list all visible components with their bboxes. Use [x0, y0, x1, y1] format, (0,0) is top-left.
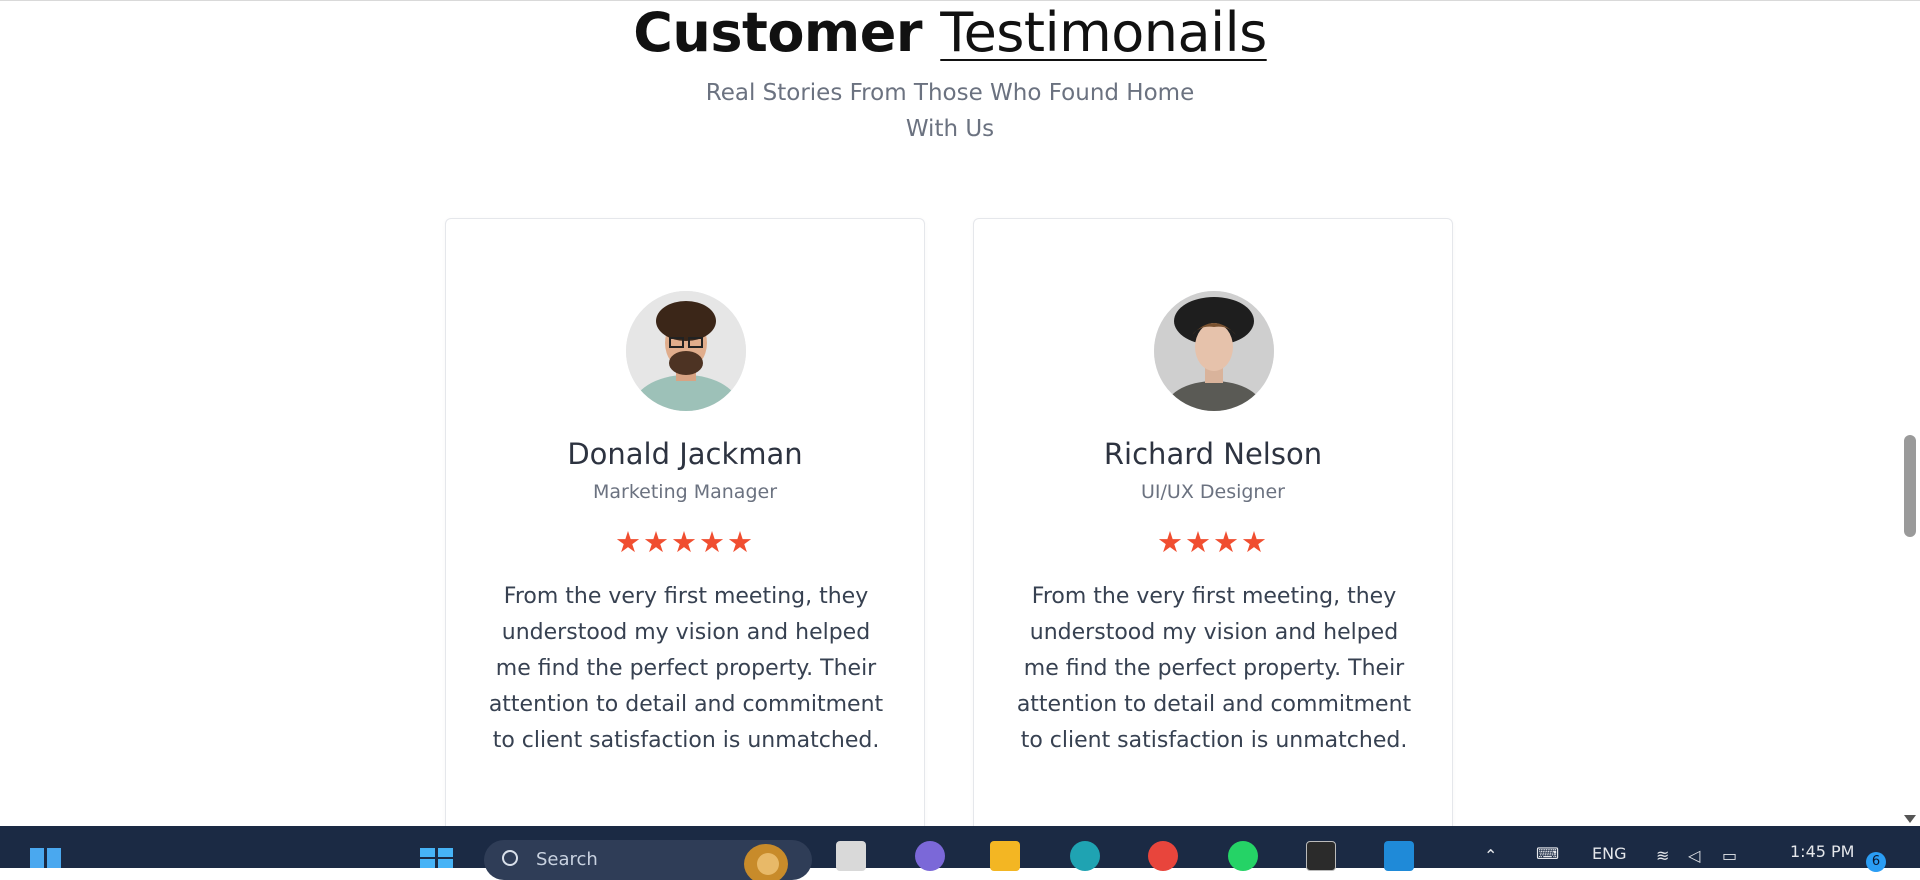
- testimonial-name: Donald Jackman: [567, 437, 803, 471]
- testimonial-quote: From the very first meeting, they unders…: [1016, 584, 1412, 753]
- clock-time[interactable]: 1:45 PM: [1790, 842, 1854, 861]
- rating-stars: ★★★★: [1157, 525, 1269, 559]
- subtitle-line-2: With Us: [905, 116, 995, 142]
- scrollbar-thumb[interactable]: [1904, 435, 1916, 537]
- vscode-icon[interactable]: [1384, 841, 1414, 871]
- avatar: [1154, 291, 1274, 411]
- section-subtitle: Real Stories From Those Who Found Home W…: [0, 75, 1900, 147]
- avatar-photo: [626, 291, 746, 411]
- search-label: Search: [536, 849, 598, 870]
- taskbar: Search ⌃ ⌨ ENG ≋ ◁ ▭ 1:45 PM 6: [0, 826, 1920, 880]
- testimonial-name: Richard Nelson: [1103, 437, 1323, 471]
- avatar-photo: [1154, 291, 1274, 411]
- battery-icon[interactable]: ▭: [1722, 846, 1737, 865]
- volume-icon[interactable]: ◁: [1688, 846, 1700, 865]
- edge-icon[interactable]: [1070, 841, 1100, 871]
- testimonial-quote: From the very first meeting, they unders…: [488, 584, 884, 753]
- browser-viewport: Customer Testimonails Real Stories From …: [0, 0, 1920, 826]
- start-icon[interactable]: [30, 846, 64, 868]
- section-title: Customer Testimonails: [0, 3, 1900, 63]
- notification-badge[interactable]: 6: [1866, 852, 1886, 872]
- testimonial-card: Richard Nelson UI/UX Designer ★★★★ From …: [973, 218, 1453, 826]
- search-icon: [502, 850, 518, 866]
- subtitle-line-1: Real Stories From Those Who Found Home: [705, 80, 1195, 106]
- file-explorer-icon[interactable]: [990, 841, 1020, 871]
- windows-logo-icon[interactable]: [420, 848, 454, 868]
- keyboard-icon[interactable]: ⌨: [1536, 844, 1559, 863]
- language-indicator[interactable]: ENG: [1592, 844, 1626, 863]
- lion-icon: [744, 844, 788, 880]
- section-title-bold: Customer: [633, 1, 922, 64]
- terminal-icon[interactable]: [1306, 841, 1336, 871]
- testimonial-role: Marketing Manager: [592, 481, 778, 503]
- taskbar-search[interactable]: Search: [484, 840, 812, 880]
- testimonial-role: UI/UX Designer: [1141, 481, 1285, 503]
- rating-stars: ★★★★★: [615, 525, 755, 559]
- avatar: [626, 291, 746, 411]
- wifi-icon[interactable]: ≋: [1656, 846, 1669, 865]
- chrome-icon[interactable]: [1148, 841, 1178, 871]
- section-title-underlined: Testimonails: [940, 1, 1267, 64]
- scrollbar[interactable]: [1900, 1, 1920, 826]
- chevron-up-icon[interactable]: ⌃: [1484, 846, 1497, 865]
- whatsapp-icon[interactable]: [1228, 841, 1258, 871]
- teams-icon[interactable]: [915, 841, 945, 871]
- testimonial-card: Donald Jackman Marketing Manager ★★★★★ F…: [445, 218, 925, 826]
- scroll-down-icon[interactable]: [1904, 815, 1916, 823]
- task-view-icon[interactable]: [836, 841, 866, 871]
